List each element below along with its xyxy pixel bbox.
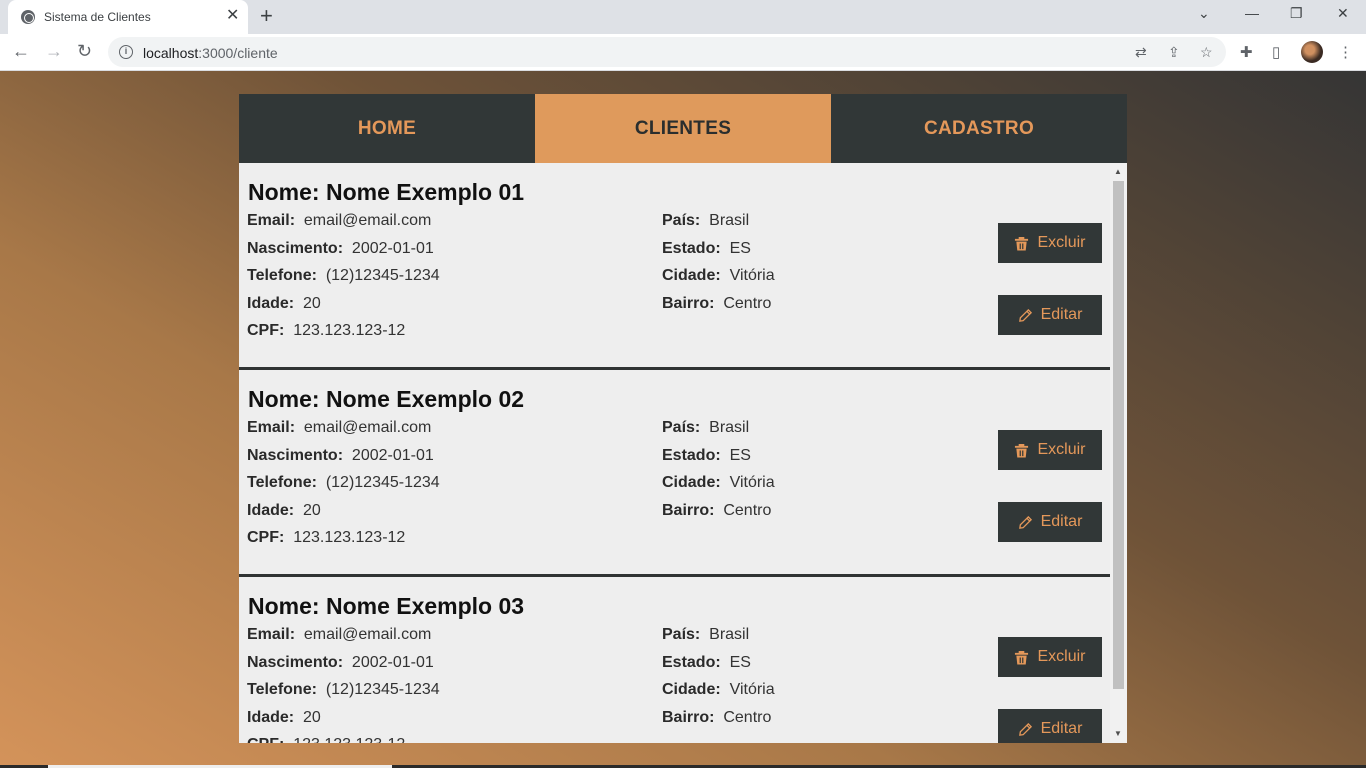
- forward-icon[interactable]: →: [45, 41, 63, 61]
- client-name: Nome: Nome Exemplo 03: [248, 593, 525, 619]
- tab-search-icon[interactable]: ⌄: [1198, 5, 1210, 22]
- client-list[interactable]: Nome: Nome Exemplo 01 Email: email@email…: [239, 163, 1127, 743]
- globe-icon: [21, 10, 35, 24]
- url-text[interactable]: localhost:3000/cliente: [143, 45, 278, 61]
- field-idade: Idade: 20: [247, 502, 321, 519]
- scrollbar[interactable]: ▲ ▼: [1110, 163, 1127, 743]
- field-pais: País: Brasil: [662, 626, 750, 643]
- back-icon[interactable]: ←: [12, 41, 30, 61]
- field-email: Email: email@email.com: [247, 419, 432, 436]
- excluir-label: Excluir: [1037, 234, 1086, 251]
- browser-tab-strip: Sistema de Clientes ✕ + ⌄ — ❐ ✕: [0, 0, 1366, 34]
- editar-button[interactable]: Editar: [998, 502, 1102, 542]
- field-email: Email: email@email.com: [247, 212, 432, 229]
- new-tab-button[interactable]: +: [260, 5, 273, 27]
- site-info-icon[interactable]: i: [119, 45, 133, 59]
- excluir-button[interactable]: Excluir: [998, 223, 1102, 263]
- client-name: Nome: Nome Exemplo 01: [248, 179, 525, 205]
- field-telefone: Telefone: (12)12345-1234: [247, 681, 440, 698]
- bookmark-star-icon[interactable]: ☆: [1200, 44, 1213, 61]
- editar-button[interactable]: Editar: [998, 295, 1102, 335]
- client-card: Nome: Nome Exemplo 01 Email: email@email…: [239, 163, 1110, 370]
- tab-title: Sistema de Clientes: [44, 10, 151, 24]
- client-card: Nome: Nome Exemplo 03 Email: email@email…: [239, 577, 1110, 743]
- extensions-icon[interactable]: ✚: [1240, 43, 1253, 61]
- field-pais: País: Brasil: [662, 419, 750, 436]
- field-cpf: CPF: 123.123.123-12: [247, 529, 406, 546]
- client-name: Nome: Nome Exemplo 02: [248, 386, 525, 412]
- editar-label: Editar: [1040, 720, 1083, 737]
- field-cpf: CPF: 123.123.123-12: [247, 322, 406, 339]
- field-cpf: CPF: 123.123.123-12: [247, 736, 405, 743]
- excluir-button[interactable]: Excluir: [998, 430, 1102, 470]
- browser-toolbar: ← → ↻ i localhost:3000/cliente ⇄ ⇪ ☆ ✚ ▯…: [0, 34, 1366, 71]
- field-bairro: Bairro: Centro: [662, 502, 772, 519]
- nav-cadastro[interactable]: CADASTRO: [831, 94, 1127, 163]
- field-bairro: Bairro: Centro: [662, 709, 772, 726]
- editar-button[interactable]: Editar: [998, 709, 1102, 743]
- translate-icon[interactable]: ⇄: [1135, 44, 1147, 61]
- pencil-icon: [1018, 515, 1032, 529]
- editar-label: Editar: [1040, 306, 1083, 323]
- field-cidade: Cidade: Vitória: [662, 267, 775, 284]
- field-estado: Estado: ES: [662, 447, 751, 464]
- restore-icon[interactable]: ❐: [1290, 5, 1303, 22]
- trash-icon: [1015, 236, 1029, 251]
- address-bar[interactable]: i localhost:3000/cliente ⇄ ⇪ ☆: [108, 37, 1226, 67]
- client-card: Nome: Nome Exemplo 02 Email: email@email…: [239, 370, 1110, 577]
- field-nascimento: Nascimento: 2002-01-01: [247, 654, 434, 671]
- scroll-up-arrow-icon[interactable]: ▲: [1114, 167, 1122, 176]
- field-telefone: Telefone: (12)12345-1234: [247, 474, 440, 491]
- profile-avatar[interactable]: [1301, 41, 1323, 63]
- scrollbar-thumb[interactable]: [1113, 181, 1124, 689]
- pencil-icon: [1018, 308, 1032, 322]
- field-cidade: Cidade: Vitória: [662, 474, 775, 491]
- field-cidade: Cidade: Vitória: [662, 681, 775, 698]
- excluir-label: Excluir: [1037, 648, 1086, 665]
- field-estado: Estado: ES: [662, 654, 751, 671]
- field-nascimento: Nascimento: 2002-01-01: [247, 447, 434, 464]
- close-tab-icon[interactable]: ✕: [226, 7, 239, 25]
- excluir-button[interactable]: Excluir: [998, 637, 1102, 677]
- field-pais: País: Brasil: [662, 212, 750, 229]
- trash-icon: [1015, 443, 1029, 458]
- reload-icon[interactable]: ↻: [77, 41, 92, 61]
- page-background: HOME CLIENTES CADASTRO Nome: Nome Exempl…: [0, 71, 1366, 768]
- minimize-icon[interactable]: —: [1245, 5, 1259, 21]
- scroll-down-arrow-icon[interactable]: ▼: [1114, 729, 1122, 738]
- app-container: HOME CLIENTES CADASTRO Nome: Nome Exempl…: [239, 94, 1127, 743]
- field-idade: Idade: 20: [247, 709, 321, 726]
- trash-icon: [1015, 650, 1029, 665]
- menu-kebab-icon[interactable]: ⋮: [1338, 43, 1353, 61]
- field-bairro: Bairro: Centro: [662, 295, 772, 312]
- field-email: Email: email@email.com: [247, 626, 432, 643]
- nav-clientes[interactable]: CLIENTES: [535, 94, 831, 163]
- excluir-label: Excluir: [1037, 441, 1086, 458]
- nav-home[interactable]: HOME: [239, 94, 535, 163]
- pencil-icon: [1018, 722, 1032, 736]
- field-nascimento: Nascimento: 2002-01-01: [247, 240, 434, 257]
- main-nav: HOME CLIENTES CADASTRO: [239, 94, 1127, 163]
- field-estado: Estado: ES: [662, 240, 751, 257]
- browser-tab[interactable]: Sistema de Clientes ✕: [8, 0, 248, 34]
- editar-label: Editar: [1040, 513, 1083, 530]
- share-icon[interactable]: ⇪: [1168, 44, 1180, 61]
- close-window-icon[interactable]: ✕: [1337, 5, 1349, 22]
- field-telefone: Telefone: (12)12345-1234: [247, 267, 440, 284]
- field-idade: Idade: 20: [247, 295, 321, 312]
- side-panel-icon[interactable]: ▯: [1272, 43, 1280, 61]
